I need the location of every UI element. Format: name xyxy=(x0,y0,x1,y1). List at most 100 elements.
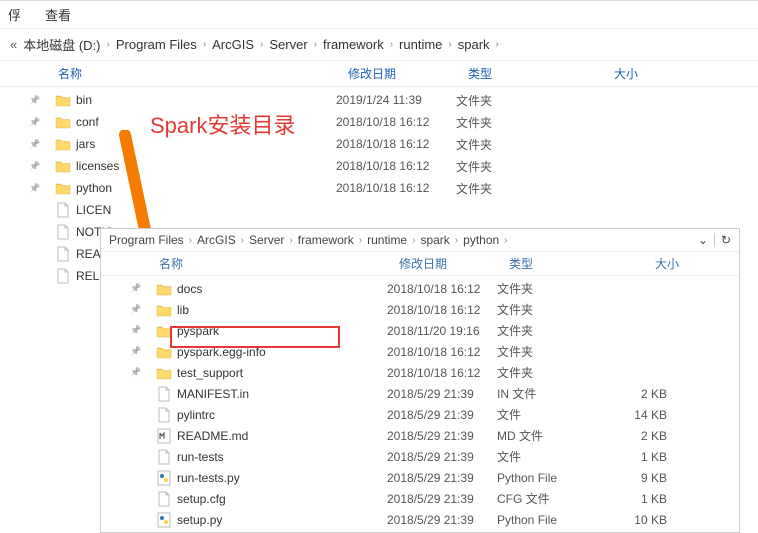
refresh-icon[interactable]: ↻ xyxy=(721,233,731,247)
file-type: 文件夹 xyxy=(497,364,607,381)
col-header-date[interactable]: 修改日期 xyxy=(348,65,468,82)
menu-share[interactable]: 俘 xyxy=(8,5,21,24)
menu-view[interactable]: 查看 xyxy=(45,5,71,24)
chevron-right-icon: › xyxy=(260,39,263,50)
chevron-right-icon: › xyxy=(455,235,458,246)
table-row[interactable]: LICEN xyxy=(28,199,758,221)
nested-col-date[interactable]: 修改日期 xyxy=(399,255,509,272)
breadcrumb-item[interactable]: Program Files xyxy=(116,37,197,52)
chevron-right-icon: › xyxy=(504,235,507,246)
nested-col-type[interactable]: 类型 xyxy=(509,255,619,272)
file-type: 文件 xyxy=(497,448,607,465)
chevron-right-icon: › xyxy=(448,39,451,50)
table-row[interactable]: run-tests.py2018/5/29 21:39Python File9 … xyxy=(129,467,739,488)
table-row[interactable]: run-tests2018/5/29 21:39文件1 KB xyxy=(129,446,739,467)
col-header-type[interactable]: 类型 xyxy=(468,65,578,82)
folder-icon xyxy=(155,344,173,360)
nested-col-name[interactable]: 名称 xyxy=(159,255,399,272)
chevron-right-icon: › xyxy=(359,235,362,246)
file-name: run-tests xyxy=(177,450,387,464)
breadcrumb-item[interactable]: 本地磁盘 (D:) xyxy=(23,35,100,54)
breadcrumb-main[interactable]: « 本地磁盘 (D:) › Program Files › ArcGIS › Server › f… xyxy=(0,28,758,61)
file-name: python xyxy=(76,181,336,195)
file-size: 2 KB xyxy=(607,429,667,443)
table-row[interactable]: 📌lib2018/10/18 16:12文件夹 xyxy=(129,299,739,320)
table-row[interactable]: pylintrc2018/5/29 21:39文件14 KB xyxy=(129,404,739,425)
file-date: 2018/11/20 19:16 xyxy=(387,324,497,338)
chevron-right-icon: › xyxy=(496,39,499,50)
table-row[interactable]: README.md2018/5/29 21:39MD 文件2 KB xyxy=(129,425,739,446)
file-date: 2018/5/29 21:39 xyxy=(387,492,497,506)
breadcrumb-item[interactable]: Server xyxy=(249,233,284,247)
file-icon xyxy=(54,224,72,240)
file-name: pyspark.egg-info xyxy=(177,345,387,359)
table-row[interactable]: 📌docs2018/10/18 16:12文件夹 xyxy=(129,278,739,299)
chevron-right-icon: › xyxy=(289,235,292,246)
chevron-right-icon: › xyxy=(189,235,192,246)
table-row[interactable]: setup.cfg2018/5/29 21:39CFG 文件1 KB xyxy=(129,488,739,509)
file-type: Python File xyxy=(497,471,607,485)
file-date: 2018/10/18 16:12 xyxy=(336,159,456,173)
breadcrumb-nested[interactable]: Program Files › ArcGIS › Server › framework › ru… xyxy=(101,229,739,252)
file-size: 9 KB xyxy=(607,471,667,485)
breadcrumb-item[interactable]: ArcGIS xyxy=(197,233,236,247)
md-icon xyxy=(155,428,173,444)
pin-icon: 📌 xyxy=(28,183,42,194)
file-type: 文件夹 xyxy=(497,322,607,339)
file-size: 1 KB xyxy=(607,450,667,464)
table-row[interactable]: 📌bin2019/1/24 11:39文件夹 xyxy=(28,89,758,111)
breadcrumb-item[interactable]: runtime xyxy=(367,233,407,247)
pin-icon: 📌 xyxy=(129,283,143,294)
table-row[interactable]: MANIFEST.in2018/5/29 21:39IN 文件2 KB xyxy=(129,383,739,404)
table-row[interactable]: 📌licenses2018/10/18 16:12文件夹 xyxy=(28,155,758,177)
file-name: lib xyxy=(177,303,387,317)
breadcrumb-item[interactable]: framework xyxy=(298,233,354,247)
file-date: 2018/10/18 16:12 xyxy=(336,137,456,151)
table-row[interactable]: 📌jars2018/10/18 16:12文件夹 xyxy=(28,133,758,155)
folder-icon xyxy=(54,114,72,130)
folder-icon xyxy=(54,136,72,152)
table-row[interactable]: 📌python2018/10/18 16:12文件夹 xyxy=(28,177,758,199)
nested-column-header: 名称 修改日期 类型 大小 xyxy=(101,252,739,276)
table-row[interactable]: 📌pyspark.egg-info2018/10/18 16:12文件夹 xyxy=(129,341,739,362)
file-name: pylintrc xyxy=(177,408,387,422)
file-date: 2019/1/24 11:39 xyxy=(336,93,456,107)
chevron-right-icon: › xyxy=(412,235,415,246)
file-type: 文件夹 xyxy=(456,158,566,175)
folder-icon xyxy=(155,365,173,381)
file-type: MD 文件 xyxy=(497,427,607,444)
file-name: bin xyxy=(76,93,336,107)
nested-col-size[interactable]: 大小 xyxy=(619,255,679,272)
file-icon xyxy=(155,449,173,465)
file-date: 2018/5/29 21:39 xyxy=(387,387,497,401)
breadcrumb-item[interactable]: ArcGIS xyxy=(212,37,254,52)
file-icon xyxy=(54,268,72,284)
folder-icon xyxy=(54,180,72,196)
file-date: 2018/5/29 21:39 xyxy=(387,408,497,422)
folder-icon xyxy=(155,302,173,318)
file-date: 2018/5/29 21:39 xyxy=(387,471,497,485)
file-type: 文件夹 xyxy=(497,301,607,318)
table-row[interactable]: 📌conf2018/10/18 16:12文件夹 xyxy=(28,111,758,133)
pin-icon: 📌 xyxy=(28,139,42,150)
breadcrumb-item[interactable]: runtime xyxy=(399,37,442,52)
breadcrumb-item[interactable]: Program Files xyxy=(109,233,184,247)
breadcrumb-item[interactable]: spark xyxy=(420,233,449,247)
breadcrumb-item[interactable]: framework xyxy=(323,37,384,52)
file-type: 文件夹 xyxy=(497,280,607,297)
file-name: run-tests.py xyxy=(177,471,387,485)
py-icon xyxy=(155,470,173,486)
col-header-size[interactable]: 大小 xyxy=(578,65,638,82)
breadcrumb-item[interactable]: python xyxy=(463,233,499,247)
dropdown-icon[interactable]: ⌄ xyxy=(698,233,708,247)
nested-window: Program Files › ArcGIS › Server › framework › ru… xyxy=(100,228,740,533)
breadcrumb-item[interactable]: spark xyxy=(458,37,490,52)
col-header-name[interactable]: 名称 xyxy=(58,65,348,82)
folder-icon xyxy=(155,323,173,339)
chevron-right-icon: › xyxy=(107,39,110,50)
breadcrumb-back[interactable]: « xyxy=(10,37,17,52)
table-row[interactable]: 📌test_support2018/10/18 16:12文件夹 xyxy=(129,362,739,383)
breadcrumb-item[interactable]: Server xyxy=(269,37,307,52)
file-icon xyxy=(155,491,173,507)
table-row[interactable]: 📌pyspark2018/11/20 19:16文件夹 xyxy=(129,320,739,341)
